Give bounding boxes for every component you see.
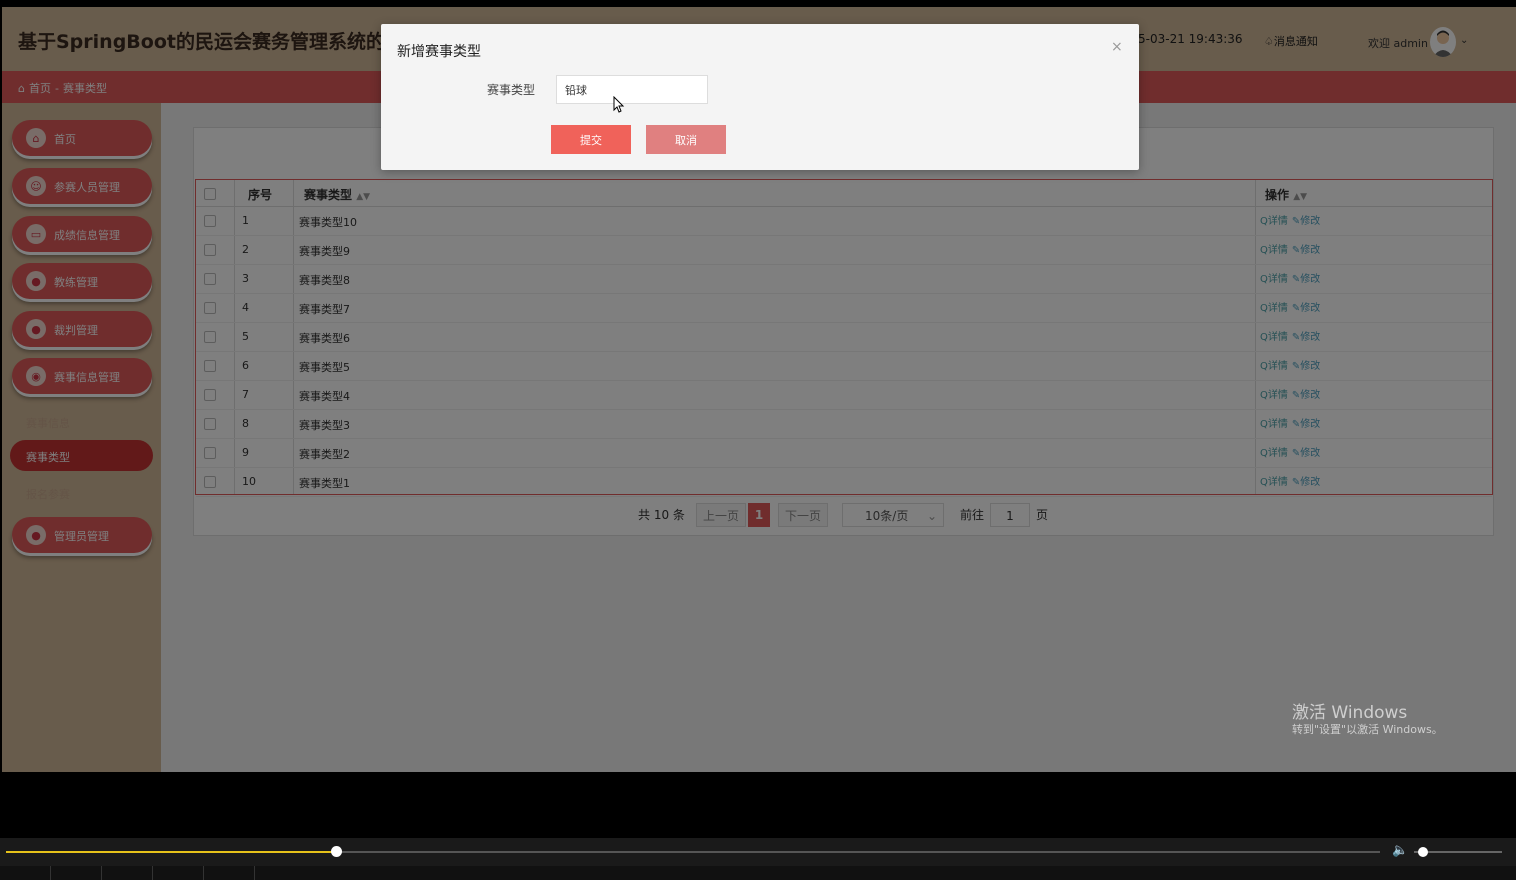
screen: 基于SpringBoot的民运会赛务管理系统的设 5-03-21 19:43:3… — [0, 0, 1516, 880]
thumbnail-strip — [0, 866, 1516, 880]
windows-watermark-subtitle: 转到"设置"以激活 Windows。 — [1292, 723, 1443, 736]
strip-divider — [254, 866, 255, 880]
dialog-title: 新增赛事类型 — [397, 44, 481, 60]
seek-handle[interactable] — [331, 846, 342, 857]
submit-button[interactable]: 提交 — [551, 125, 631, 154]
volume-icon[interactable]: 🔈 — [1392, 843, 1408, 858]
mouse-cursor-icon — [613, 96, 625, 113]
add-event-type-dialog: 新增赛事类型 × 赛事类型 提交 取消 — [381, 24, 1139, 170]
strip-divider — [101, 866, 102, 880]
event-type-label: 赛事类型 — [487, 83, 536, 97]
strip-divider — [50, 866, 51, 880]
seek-progress — [6, 851, 336, 853]
strip-divider — [152, 866, 153, 880]
cancel-button[interactable]: 取消 — [646, 125, 726, 154]
app-window: 基于SpringBoot的民运会赛务管理系统的设 5-03-21 19:43:3… — [2, 7, 1516, 772]
close-icon[interactable]: × — [1111, 39, 1123, 55]
windows-watermark-title: 激活 Windows — [1292, 703, 1408, 723]
event-type-input[interactable] — [556, 75, 708, 104]
volume-handle[interactable] — [1418, 847, 1428, 857]
strip-divider — [203, 866, 204, 880]
